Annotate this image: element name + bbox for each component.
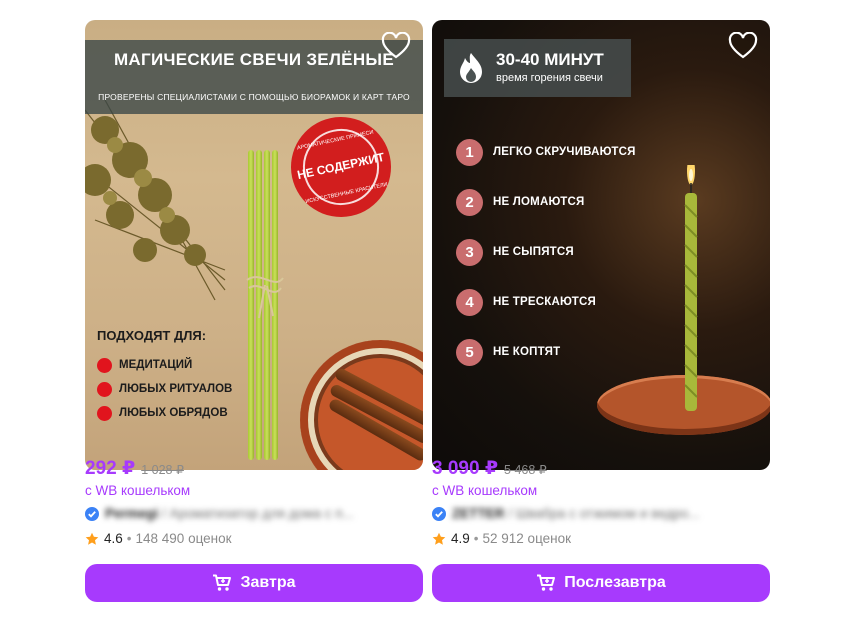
current-price: 292 ₽ bbox=[85, 458, 136, 479]
brand-name: ZETTER bbox=[452, 506, 505, 521]
seller-line[interactable]: Permegi / Ароматизатор для дома с п... bbox=[85, 506, 423, 521]
product-image[interactable]: 30-40 МИНУТ время горения свечи 1 ЛЕГКО С… bbox=[432, 20, 770, 470]
brand-name: Permegi bbox=[105, 506, 159, 521]
suitable-for-list: ПОДХОДЯТ ДЛЯ: МЕДИТАЦИЙ ЛЮБЫХ РИТУАЛОВ Л… bbox=[97, 328, 232, 425]
list-item: 1 ЛЕГКО СКРУЧИВАЮТСЯ bbox=[456, 127, 636, 177]
banner-title: 30-40 МИНУТ bbox=[496, 50, 604, 69]
product-title[interactable]: ZETTER / Швабра с отжимом и ведро... bbox=[452, 506, 700, 521]
add-to-cart-button[interactable]: Завтра bbox=[85, 564, 423, 602]
promo-banner: МАГИЧЕСКИЕ СВЕЧИ ЗЕЛЁНЫЕ ПРОВЕРЕНЫ СПЕЦИ… bbox=[85, 40, 423, 114]
bullet-icon bbox=[97, 357, 112, 373]
list-item: МЕДИТАЦИЙ bbox=[97, 353, 232, 377]
star-icon bbox=[432, 532, 446, 545]
price-block: 292 ₽ 1 028 ₽ bbox=[85, 457, 184, 481]
banner-title: МАГИЧЕСКИЕ СВЕЧИ ЗЕЛЁНЫЕ bbox=[113, 50, 395, 69]
current-price: 3 090 ₽ bbox=[432, 458, 499, 479]
verified-check-icon bbox=[432, 506, 446, 521]
features-list: 1 ЛЕГКО СКРУЧИВАЮТСЯ 2 НЕ ЛОМАЮТСЯ 3 НЕ СЫП… bbox=[456, 127, 636, 377]
bullet-icon bbox=[97, 381, 112, 397]
twine bbox=[246, 276, 284, 319]
verified-check-icon bbox=[85, 506, 99, 521]
herbs-illustration bbox=[85, 100, 226, 301]
seller-line[interactable]: ZETTER / Швабра с отжимом и ведро... bbox=[432, 506, 770, 521]
product-title[interactable]: Permegi / Ароматизатор для дома с п... bbox=[105, 506, 354, 521]
price-block: 3 090 ₽ 5 468 ₽ bbox=[432, 457, 547, 481]
list-item: 4 НЕ ТРЕСКАЮТСЯ bbox=[456, 277, 636, 327]
reviews-count: 52 912 оценок bbox=[482, 531, 572, 546]
list-item: ЛЮБЫХ РИТУАЛОВ bbox=[97, 377, 232, 401]
favorite-heart-icon[interactable] bbox=[381, 31, 411, 60]
bullet-icon bbox=[97, 405, 112, 421]
list-item: 2 НЕ ЛОМАЮТСЯ bbox=[456, 177, 636, 227]
cart-icon bbox=[537, 574, 556, 591]
rating-value: 4.9 bbox=[451, 531, 470, 546]
old-price: 1 028 ₽ bbox=[141, 463, 184, 477]
twisted-candle bbox=[684, 165, 698, 411]
fire-icon bbox=[460, 53, 482, 83]
rating-value: 4.6 bbox=[104, 531, 123, 546]
reviews-count: 148 490 оценок bbox=[135, 531, 232, 546]
delivery-label: Завтра bbox=[240, 574, 296, 591]
rating-line: 4.9 • 52 912 оценок bbox=[432, 531, 571, 546]
cart-icon bbox=[213, 574, 232, 591]
banner-subtitle: ПРОВЕРЕНЫ СПЕЦИАЛИСТАМИ С ПОМОЩЬЮ БИОРАМ… bbox=[98, 92, 410, 102]
favorite-heart-icon[interactable] bbox=[728, 31, 758, 60]
add-to-cart-button[interactable]: Послезавтра bbox=[432, 564, 770, 602]
wallet-note: с WB кошельком bbox=[85, 483, 191, 498]
rating-line: 4.6 • 148 490 оценок bbox=[85, 531, 232, 546]
list-item: ЛЮБЫХ ОБРЯДОВ bbox=[97, 401, 232, 425]
star-icon bbox=[85, 532, 99, 545]
delivery-label: Послезавтра bbox=[564, 574, 666, 591]
list-item: 3 НЕ СЫПЯТСЯ bbox=[456, 227, 636, 277]
product-card-1[interactable]: МАГИЧЕСКИЕ СВЕЧИ ЗЕЛЁНЫЕ ПРОВЕРЕНЫ СПЕЦИ… bbox=[85, 20, 423, 470]
burn-time-banner: 30-40 МИНУТ время горения свечи bbox=[444, 39, 631, 97]
old-price: 5 468 ₽ bbox=[504, 463, 547, 477]
wallet-note: с WB кошельком bbox=[432, 483, 538, 498]
suitable-heading: ПОДХОДЯТ ДЛЯ: bbox=[97, 328, 207, 343]
product-card-2[interactable]: 30-40 МИНУТ время горения свечи 1 ЛЕГКО С… bbox=[432, 20, 770, 470]
list-item: 5 НЕ КОПТЯТ bbox=[456, 327, 636, 377]
banner-subtitle: время горения свечи bbox=[496, 72, 603, 84]
product-image[interactable]: МАГИЧЕСКИЕ СВЕЧИ ЗЕЛЁНЫЕ ПРОВЕРЕНЫ СПЕЦИ… bbox=[85, 20, 423, 470]
free-of-stamp: АРОМАТИЧЕСКИЕ ПРИМЕСИ НЕ СОДЕРЖИТ ИСКУСС… bbox=[281, 107, 401, 227]
